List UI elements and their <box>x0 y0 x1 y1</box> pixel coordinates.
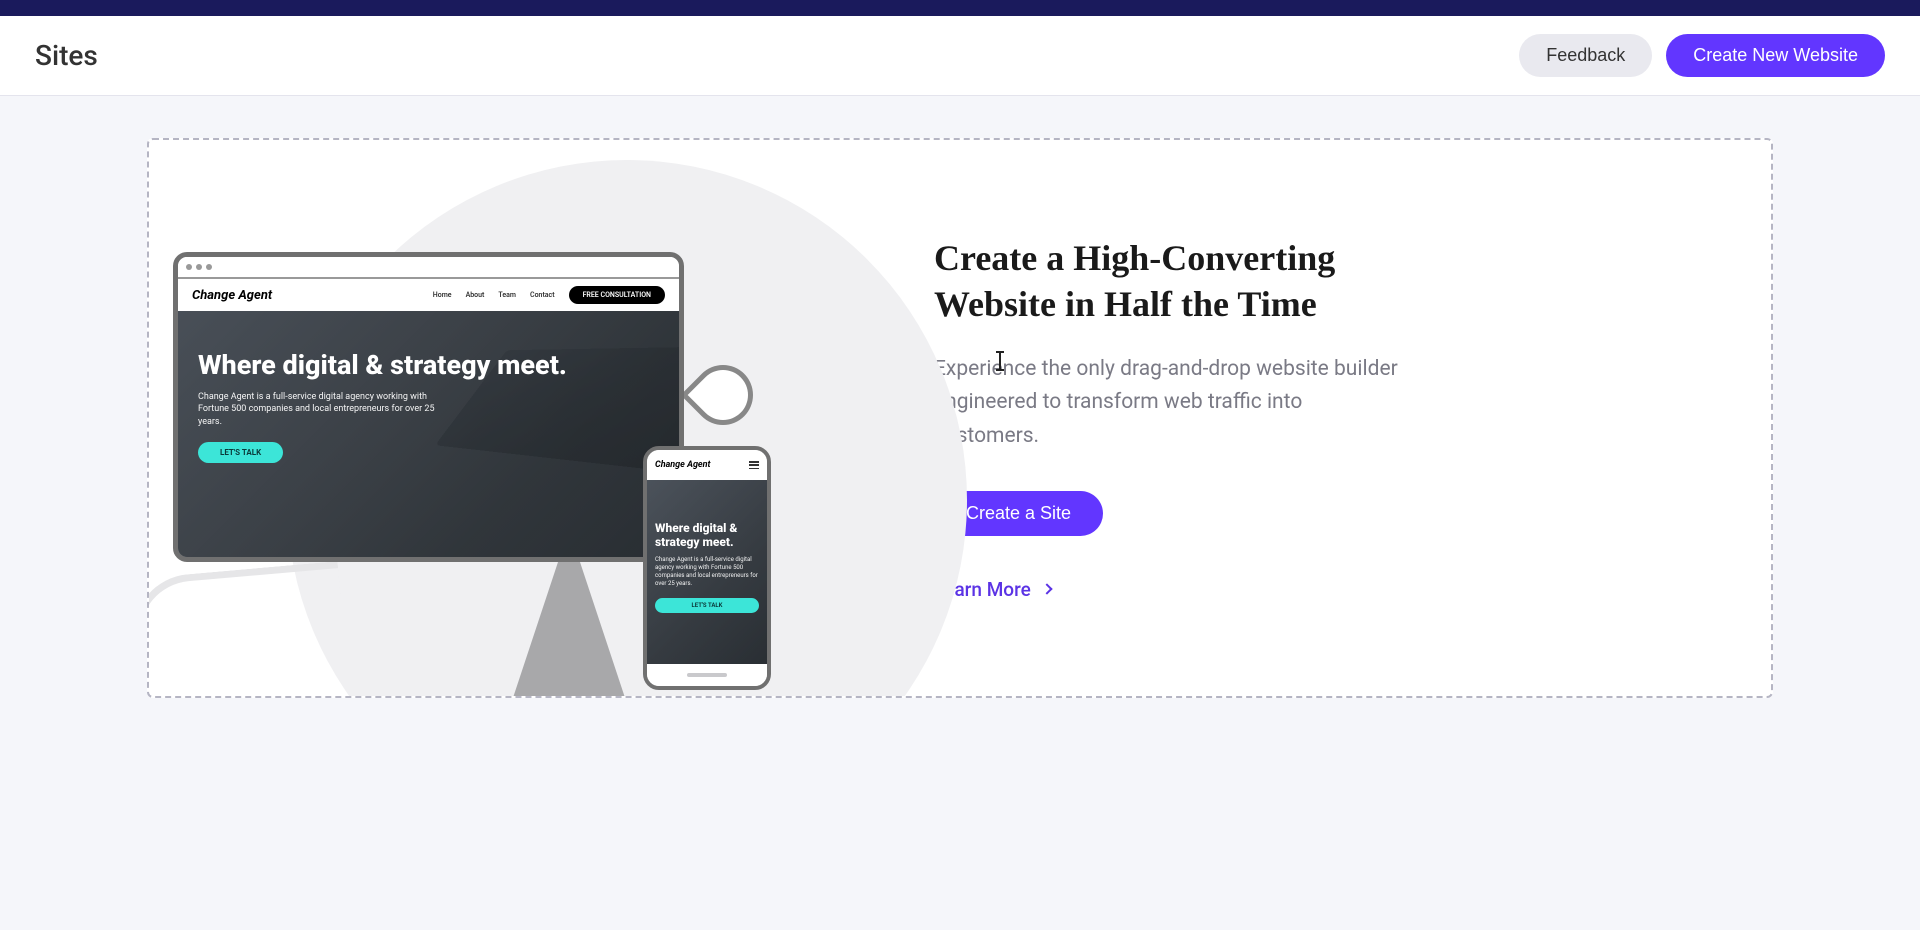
mockup-hero: Where digital & strategy meet. Change Ag… <box>178 311 679 557</box>
create-new-website-button[interactable]: Create New Website <box>1666 34 1885 77</box>
mockup-nav-about: About <box>466 291 485 299</box>
mobile-mockup-nav: Change Agent <box>647 450 767 480</box>
window-dot-icon <box>206 264 212 270</box>
bg-wire-shape <box>147 561 350 698</box>
main-content: Change Agent Home About Team Contact FRE… <box>0 96 1920 740</box>
mockup-hero-headline: Where digital & strategy meet. <box>198 351 659 381</box>
mockup-site-nav: Change Agent Home About Team Contact FRE… <box>178 279 679 311</box>
home-indicator-icon <box>687 673 727 677</box>
mockup-nav-team: Team <box>498 291 516 299</box>
page-header: Sites Feedback Create New Website <box>0 16 1920 96</box>
hamburger-icon <box>749 461 759 469</box>
mockup-logo: Change Agent <box>192 288 272 303</box>
promo-headline: Create a High-Converting Website in Half… <box>934 235 1409 327</box>
browser-chrome <box>178 257 679 279</box>
mobile-mockup: Change Agent Where digital & strategy me… <box>643 446 771 690</box>
website-illustration: Change Agent Home About Team Contact FRE… <box>149 140 849 696</box>
mobile-hero-headline: Where digital & strategy meet. <box>655 522 759 550</box>
mobile-hero-cta: LET'S TALK <box>655 598 759 613</box>
mockup-nav-home: Home <box>433 291 452 299</box>
mobile-hero-copy: Change Agent is a full-service digital a… <box>655 556 759 588</box>
mockup-menu: Home About Team Contact FREE CONSULTATIO… <box>433 286 665 304</box>
text-cursor-icon <box>999 352 1001 370</box>
mobile-mockup-logo: Change Agent <box>655 460 711 470</box>
mockup-hero-cta: LET'S TALK <box>198 442 283 463</box>
window-dot-icon <box>186 264 192 270</box>
window-dot-icon <box>196 264 202 270</box>
chevron-right-icon <box>1041 584 1052 595</box>
mobile-mockup-footer <box>647 664 767 686</box>
mockup-hero-copy: Change Agent is a full-service digital a… <box>198 391 448 429</box>
feedback-button[interactable]: Feedback <box>1519 34 1652 77</box>
promo-description: Experience the only drag-and-drop websit… <box>934 353 1409 453</box>
app-topbar <box>0 0 1920 16</box>
page-title: Sites <box>35 39 98 72</box>
promo-card: Change Agent Home About Team Contact FRE… <box>147 138 1773 698</box>
mockup-nav-contact: Contact <box>530 291 555 299</box>
header-actions: Feedback Create New Website <box>1519 34 1885 77</box>
desktop-mockup: Change Agent Home About Team Contact FRE… <box>173 252 684 562</box>
mobile-mockup-hero: Where digital & strategy meet. Change Ag… <box>647 480 767 664</box>
mockup-nav-cta: FREE CONSULTATION <box>569 286 665 304</box>
